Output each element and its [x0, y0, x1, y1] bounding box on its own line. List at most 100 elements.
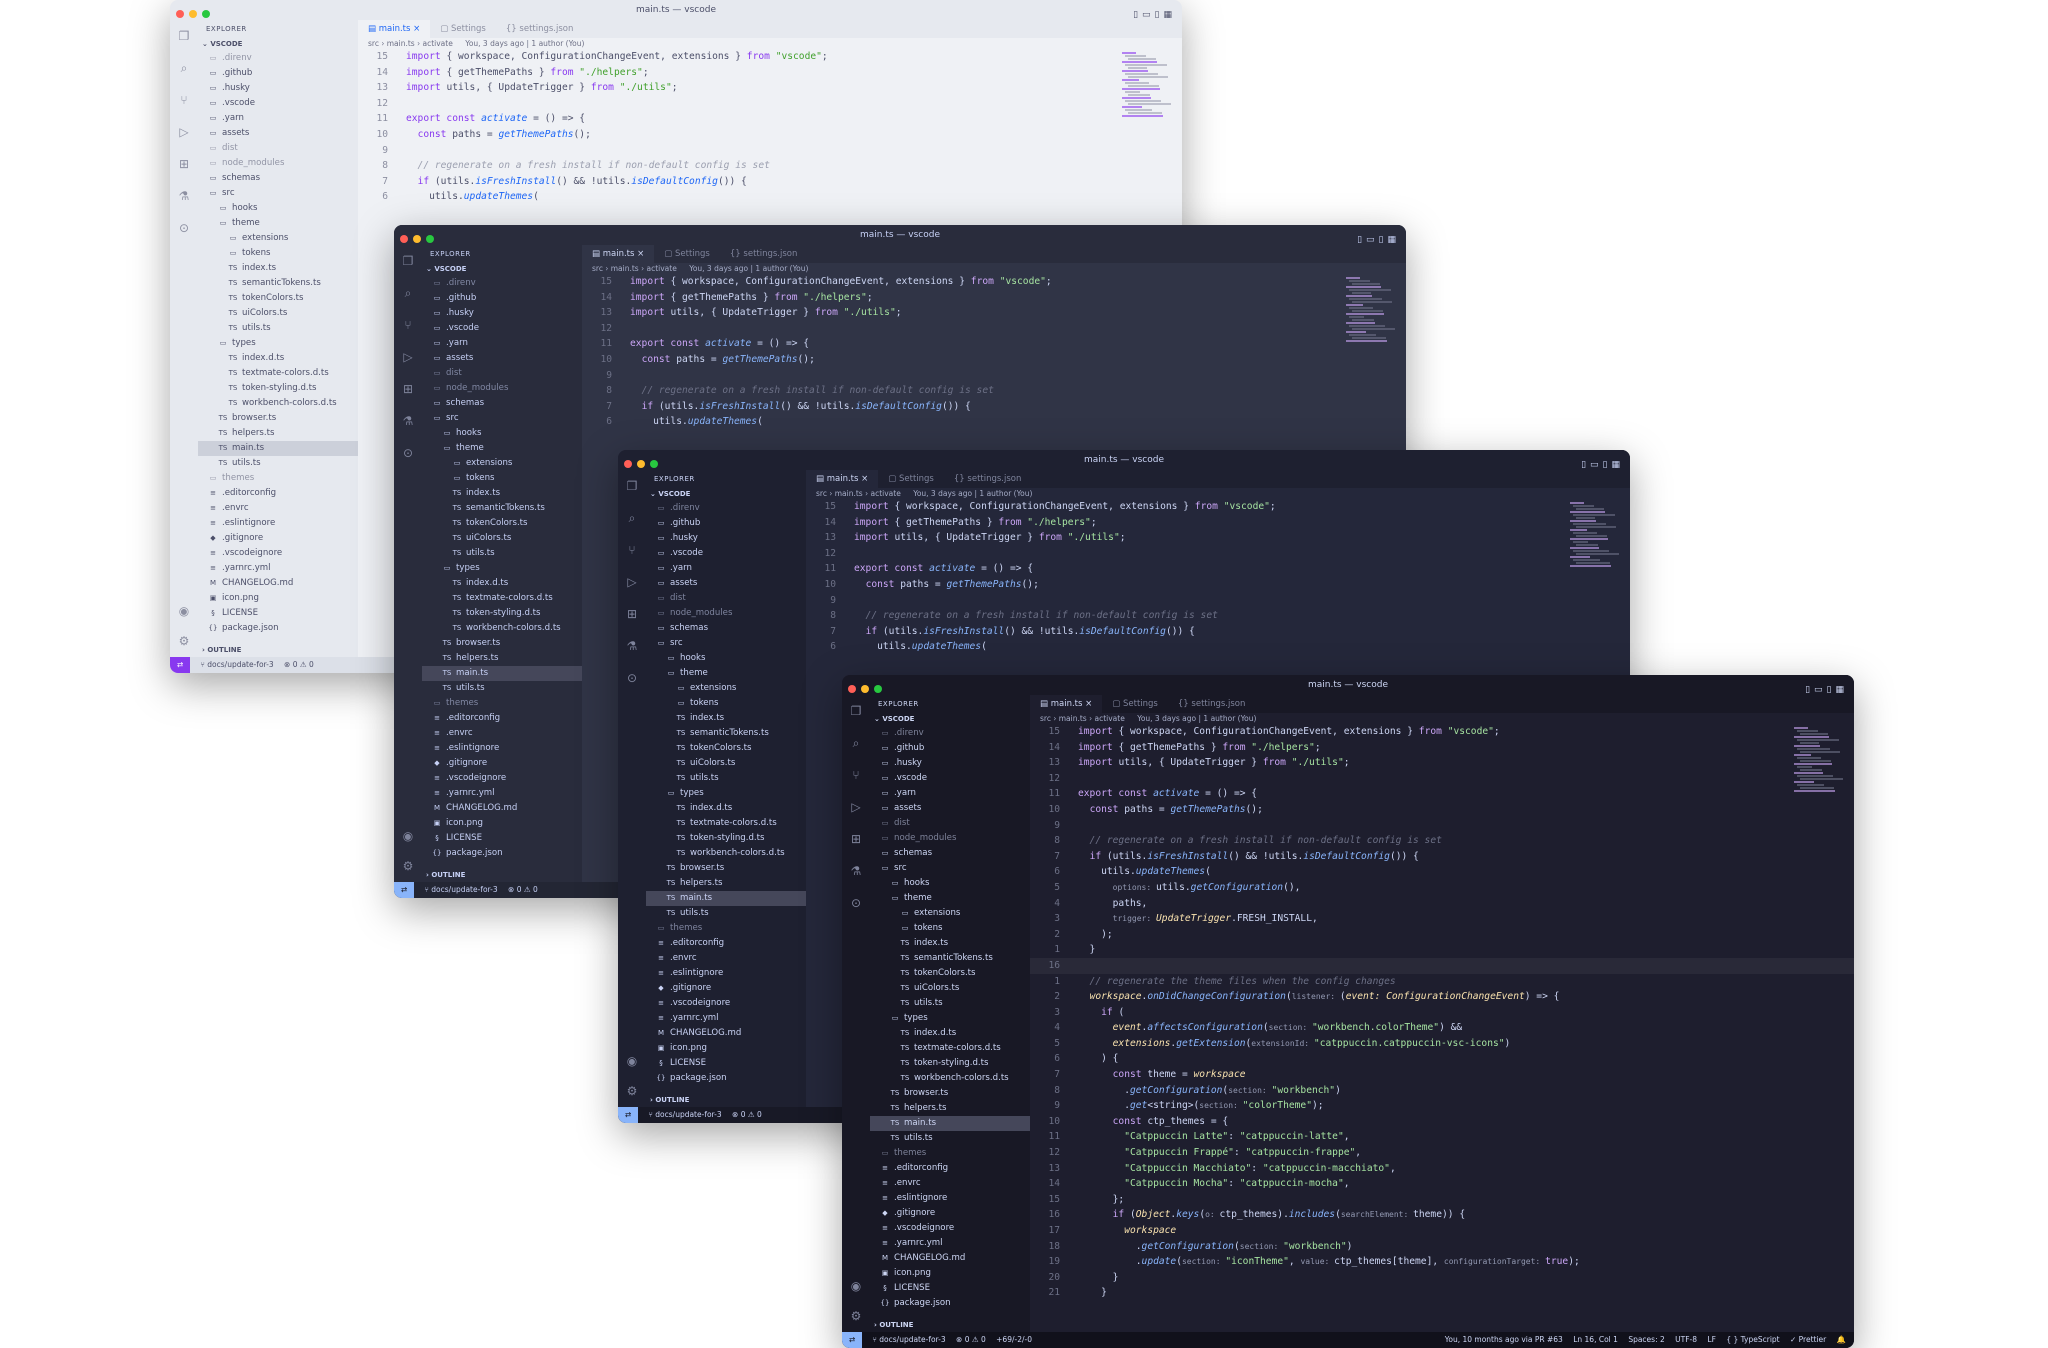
file-tree-item[interactable]: ▭ schemas — [646, 621, 806, 636]
file-tree-item[interactable]: ◆ .gitignore — [198, 531, 358, 546]
file-tree-item[interactable]: ≡ .eslintignore — [198, 516, 358, 531]
file-tree-item[interactable]: TS browser.ts — [870, 1086, 1030, 1101]
file-tree-item[interactable]: ▭ assets — [422, 351, 582, 366]
file-tree-item[interactable]: ▭ .vscode — [198, 96, 358, 111]
close-window-button[interactable] — [848, 685, 856, 693]
file-tree-item[interactable]: TS workbench-colors.d.ts — [646, 846, 806, 861]
file-tree-item[interactable]: ▭ src — [870, 861, 1030, 876]
blame-status[interactable]: You, 10 months ago via PR #63 — [1445, 1335, 1563, 1344]
remote-indicator[interactable]: ⇄ — [618, 1107, 638, 1123]
file-tree-item[interactable]: TS semanticTokens.ts — [198, 276, 358, 291]
source-control-icon[interactable]: ⑂ — [624, 542, 640, 558]
file-tree-item[interactable]: TS index.ts — [870, 936, 1030, 951]
file-tree-item[interactable]: TS main.ts — [422, 666, 582, 681]
file-tree-item[interactable]: ≡ .envrc — [422, 726, 582, 741]
file-tree-item[interactable]: ▭ tokens — [198, 246, 358, 261]
file-tree-item[interactable]: ▭ dist — [422, 366, 582, 381]
outline-section[interactable]: › OUTLINE — [646, 1094, 806, 1107]
search-icon[interactable]: ⌕ — [176, 60, 192, 76]
file-tree-item[interactable]: ▭ .vscode — [422, 321, 582, 336]
file-tree-item[interactable]: ▭ assets — [646, 576, 806, 591]
remote-icon[interactable]: ⊙ — [624, 670, 640, 686]
file-tree-item[interactable]: TS textmate-colors.d.ts — [422, 591, 582, 606]
outline-section[interactable]: › OUTLINE — [198, 644, 358, 657]
file-tree-item[interactable]: TS token-styling.d.ts — [422, 606, 582, 621]
file-tree-item[interactable]: ≡ .vscodeignore — [198, 546, 358, 561]
file-tree-item[interactable]: ▭ node_modules — [422, 381, 582, 396]
extensions-icon[interactable]: ⊞ — [624, 606, 640, 622]
tab-settings-json[interactable]: {} settings.json — [1168, 695, 1256, 713]
file-tree-item[interactable]: ▭ .husky — [646, 531, 806, 546]
file-tree-item[interactable]: ▣ icon.png — [870, 1266, 1030, 1281]
file-tree-item[interactable]: ▭ schemas — [870, 846, 1030, 861]
file-tree-item[interactable]: ▭ src — [646, 636, 806, 651]
file-tree-item[interactable]: ≡ .editorconfig — [422, 711, 582, 726]
close-window-button[interactable] — [176, 10, 184, 18]
file-tree-item[interactable]: TS textmate-colors.d.ts — [870, 1041, 1030, 1056]
file-tree-item[interactable]: ▭ .direnv — [422, 276, 582, 291]
file-tree-item[interactable]: ▭ .github — [870, 741, 1030, 756]
breadcrumb-activate[interactable]: activate — [423, 39, 453, 48]
file-tree-item[interactable]: ▭ theme — [870, 891, 1030, 906]
file-tree-item[interactable]: ▭ hooks — [870, 876, 1030, 891]
file-tree-item[interactable]: TS semanticTokens.ts — [870, 951, 1030, 966]
file-tree-item[interactable]: TS textmate-colors.d.ts — [198, 366, 358, 381]
maximize-window-button[interactable] — [650, 460, 658, 468]
source-control-icon[interactable]: ⑂ — [848, 767, 864, 783]
extensions-icon[interactable]: ⊞ — [848, 831, 864, 847]
breadcrumb-main[interactable]: main.ts — [835, 489, 863, 498]
branch-indicator[interactable]: ⑂ docs/update-for-3 — [200, 660, 273, 669]
file-tree-item[interactable]: TS helpers.ts — [646, 876, 806, 891]
file-tree-item[interactable]: ▭ schemas — [198, 171, 358, 186]
close-tab-icon[interactable]: × — [858, 474, 868, 484]
tab-settings[interactable]: ▢ Settings — [654, 245, 720, 263]
file-tree-item[interactable]: ◆ .gitignore — [870, 1206, 1030, 1221]
tab-settings-json[interactable]: {} settings.json — [944, 470, 1032, 488]
gear-icon[interactable]: ⚙ — [176, 633, 192, 649]
file-tree-item[interactable]: TS semanticTokens.ts — [422, 501, 582, 516]
file-tree-item[interactable]: ▭ .direnv — [198, 51, 358, 66]
file-tree-item[interactable]: TS helpers.ts — [870, 1101, 1030, 1116]
file-tree-item[interactable]: ▭ themes — [198, 471, 358, 486]
file-tree-item[interactable]: ▭ src — [422, 411, 582, 426]
file-tree-item[interactable]: TS workbench-colors.d.ts — [870, 1071, 1030, 1086]
run-debug-icon[interactable]: ▷ — [624, 574, 640, 590]
breadcrumb-main[interactable]: main.ts — [1059, 714, 1087, 723]
file-tree-item[interactable]: M CHANGELOG.md — [870, 1251, 1030, 1266]
file-tree-item[interactable]: ▭ .yarn — [422, 336, 582, 351]
problems-indicator[interactable]: ⊗ 0 ⚠ 0 — [956, 1335, 986, 1344]
file-tree-item[interactable]: ▭ theme — [198, 216, 358, 231]
file-tree-item[interactable]: {} package.json — [870, 1296, 1030, 1311]
file-tree-item[interactable]: § LICENSE — [646, 1056, 806, 1071]
minimize-window-button[interactable] — [637, 460, 645, 468]
file-tree-item[interactable]: TS index.d.ts — [646, 801, 806, 816]
file-tree-item[interactable]: TS utils.ts — [198, 321, 358, 336]
file-tree-item[interactable]: ≡ .vscodeignore — [870, 1221, 1030, 1236]
file-tree-item[interactable]: ▣ icon.png — [198, 591, 358, 606]
file-tree-item[interactable]: ▭ .husky — [422, 306, 582, 321]
outline-section[interactable]: › OUTLINE — [422, 869, 582, 882]
file-tree-item[interactable]: ≡ .envrc — [870, 1176, 1030, 1191]
file-tree-item[interactable]: ≡ .editorconfig — [646, 936, 806, 951]
formatter-status[interactable]: ✓ Prettier — [1790, 1335, 1826, 1344]
customize-layout-icon[interactable]: ▦ — [1163, 10, 1176, 20]
gear-icon[interactable]: ⚙ — [624, 1083, 640, 1099]
file-tree-item[interactable]: ▭ extensions — [198, 231, 358, 246]
line-endings[interactable]: LF — [1707, 1335, 1716, 1344]
file-tree-item[interactable]: ≡ .yarnrc.yml — [870, 1236, 1030, 1251]
file-tree-item[interactable]: § LICENSE — [198, 606, 358, 621]
file-tree-item[interactable]: TS browser.ts — [422, 636, 582, 651]
file-tree-item[interactable]: ≡ .eslintignore — [870, 1191, 1030, 1206]
file-tree-item[interactable]: TS browser.ts — [198, 411, 358, 426]
tab-settings[interactable]: ▢ Settings — [878, 470, 944, 488]
explorer-root[interactable]: ⌄ VSCODE — [870, 713, 1030, 726]
file-tree-item[interactable]: TS utils.ts — [646, 771, 806, 786]
file-tree-item[interactable]: TS helpers.ts — [422, 651, 582, 666]
remote-indicator[interactable]: ⇄ — [842, 1332, 862, 1348]
file-tree-item[interactable]: TS uiColors.ts — [422, 531, 582, 546]
file-tree-item[interactable]: ◆ .gitignore — [422, 756, 582, 771]
file-tree-item[interactable]: ≡ .envrc — [198, 501, 358, 516]
diff-indicator[interactable]: +69/-2/-0 — [996, 1335, 1032, 1344]
file-tree-item[interactable]: TS tokenColors.ts — [422, 516, 582, 531]
file-tree-item[interactable]: ◆ .gitignore — [646, 981, 806, 996]
